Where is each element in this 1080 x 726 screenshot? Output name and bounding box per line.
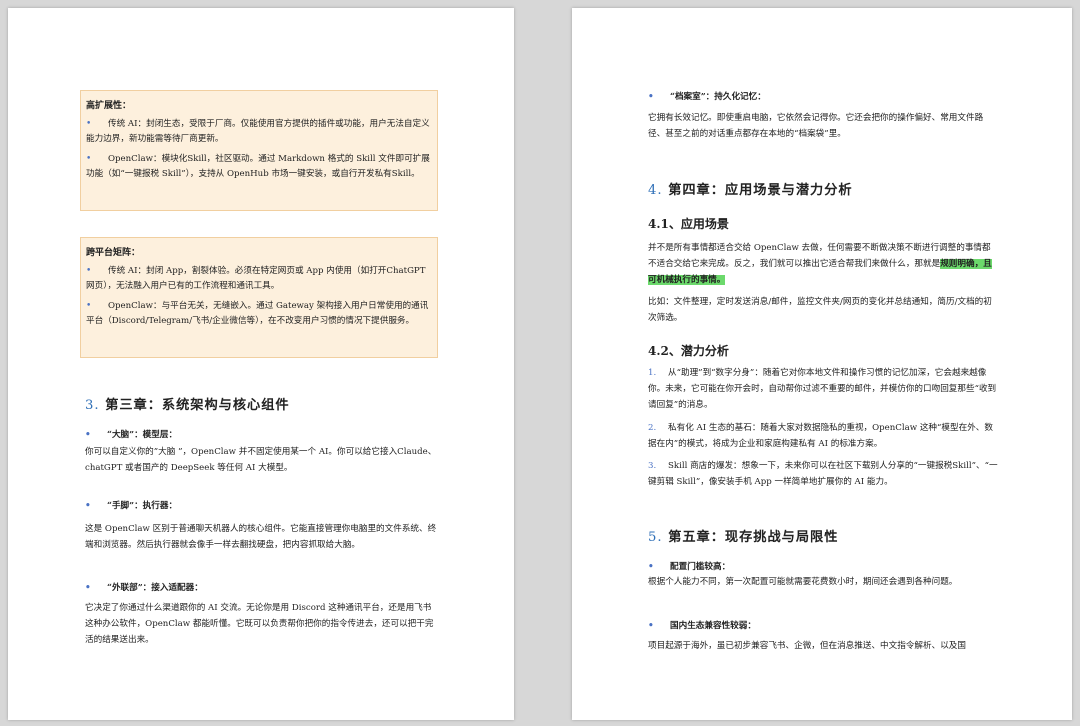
section-heading: 4.2、潜力分析 [648, 344, 729, 358]
bullet-icon: • [648, 562, 654, 572]
bullet-item: • 传统 AI：封闭生态，受限于厂商。仅能使用官方提供的插件或功能，用户无法自定义… [86, 119, 430, 144]
paragraph: 它拥有长效记忆。即使重启电脑，它依然会记得你。它还会把你的操作偏好、常用文件路径… [648, 113, 984, 139]
document-page-right: • “档案室”：持久化记忆： 它拥有长效记忆。即使重启电脑，它依然会记得你。它还会… [572, 8, 1072, 720]
item-heading: • 配置门槛较高： [648, 562, 731, 572]
item-heading: • “大脑”：模型层： [85, 430, 178, 440]
item-heading: • “手脚”：执行器： [85, 501, 178, 511]
list-item: 2. 私有化 AI 生态的基石：随着大家对数据隐私的重视，OpenClaw 这种“… [648, 423, 993, 449]
bullet-item: • OpenClaw：与平台无关，无缝嵌入。通过 Gateway 架构接入用户日常… [86, 301, 429, 326]
document-page-left: 高扩展性： • 传统 AI：封闭生态，受限于厂商。仅能使用官方提供的插件或功能，用… [8, 8, 514, 720]
item-heading: • 国内生态兼容性较弱： [648, 621, 756, 631]
paragraph: 根据个人能力不同，第一次配置可能就需要花费数小时，期间还会遇到各种问题。 [648, 577, 958, 587]
paragraph: 比如：文件整理，定时发送消息/邮件，监控文件夹/网页的变化并总结通知，简历/文档… [648, 297, 992, 323]
bullet-icon: • [85, 501, 91, 511]
box-title: 跨平台矩阵： [86, 248, 141, 258]
paragraph: 这是 OpenClaw 区别于普通聊天机器人的核心组件。它能直接管理你电脑里的文… [85, 524, 437, 550]
bullet-icon: • [85, 430, 91, 440]
bullet-icon: • [86, 266, 92, 276]
list-item: 3. Skill 商店的爆发：想象一下，未来你可以在社区下载别人分享的“一键报税S… [648, 461, 998, 487]
bullet-icon: • [648, 621, 654, 631]
bullet-icon: • [85, 583, 91, 593]
paragraph: 项目起源于海外，虽已初步兼容飞书、企微，但在消息推送、中文指令解析、以及国 [648, 641, 966, 651]
chapter-heading: 5. 第五章：现存挑战与局限性 [648, 530, 839, 545]
box-title: 高扩展性： [86, 101, 132, 111]
item-heading: • “外联部”：接入适配器： [85, 583, 203, 593]
item-heading: • “档案室”：持久化记忆： [648, 92, 766, 102]
chapter-heading: 3. 第三章：系统架构与核心组件 [85, 398, 290, 413]
bullet-icon: • [648, 92, 654, 102]
bullet-icon: • [86, 119, 92, 129]
bullet-icon: • [86, 154, 92, 164]
bullet-item: • OpenClaw：模块化Skill，社区驱动。通过 Markdown 格式的 … [86, 154, 430, 179]
paragraph: 并不是所有事情都适合交给 OpenClaw 去做，任何需要不断做决策不断进行调整… [648, 243, 992, 285]
bullet-item: • 传统 AI：封闭 App，割裂体验。必须在特定网页或 App 内使用（如打开C… [86, 266, 426, 291]
callout-box-cross-platform: 跨平台矩阵： • 传统 AI：封闭 App，割裂体验。必须在特定网页或 App 内… [80, 237, 438, 358]
callout-box-scalability: 高扩展性： • 传统 AI：封闭生态，受限于厂商。仅能使用官方提供的插件或功能，用… [80, 90, 438, 211]
list-item: 1. 从“助理”到“数字分身”：随着它对你本地文件和操作习惯的记忆加深，它会越来越… [648, 368, 997, 410]
paragraph: 你可以自定义你的”大脑 ”，OpenClaw 并不固定使用某一个 AI。你可以给… [85, 447, 437, 473]
bullet-icon: • [86, 301, 92, 311]
section-heading: 4.1、应用场景 [648, 217, 729, 231]
paragraph: 它决定了你通过什么渠道跟你的 AI 交流。无论你是用 Discord 这种通讯平… [85, 603, 434, 645]
chapter-heading: 4. 第四章：应用场景与潜力分析 [648, 183, 853, 198]
